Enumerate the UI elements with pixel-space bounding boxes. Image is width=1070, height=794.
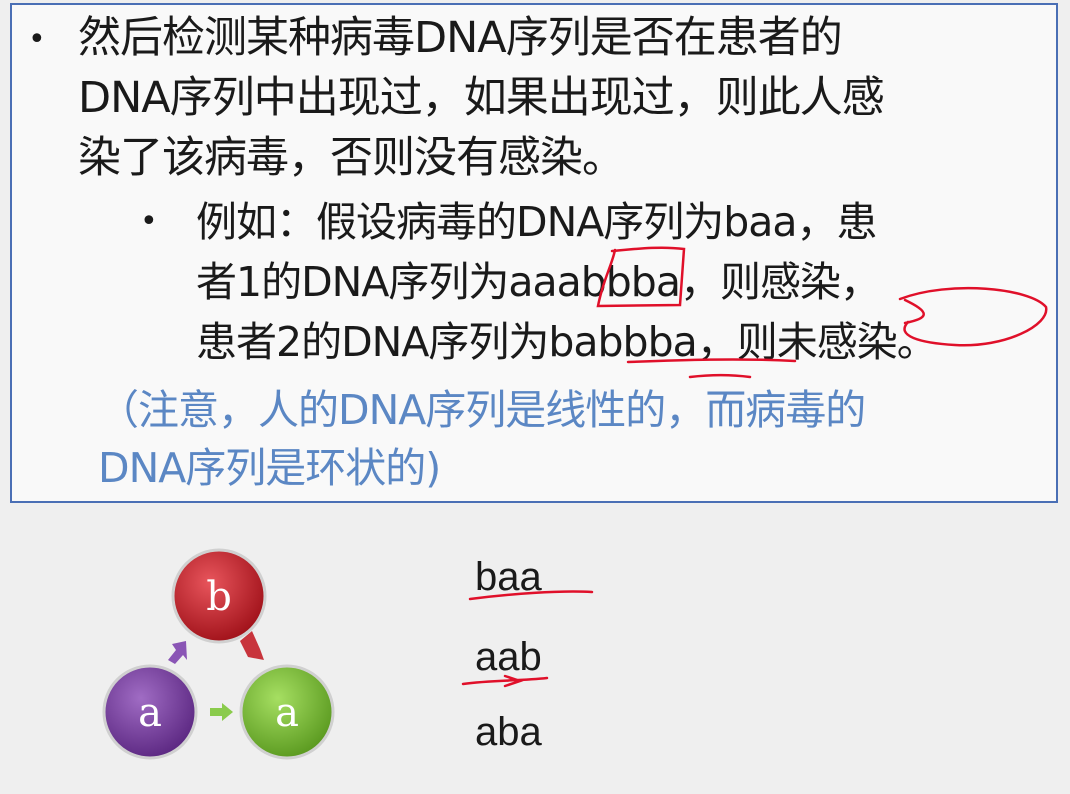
arrow-a-to-b	[168, 641, 187, 664]
node-b-label: b	[206, 574, 232, 620]
node-a-left-label: a	[138, 690, 162, 736]
arrow-a-to-a	[210, 703, 233, 721]
node-a-left: a	[102, 664, 198, 760]
node-a-right-label: a	[275, 690, 299, 736]
sequence-aba: aba	[475, 710, 542, 754]
node-a-right: a	[239, 664, 335, 760]
sequence-aab: aab	[475, 635, 542, 679]
annotation-marks	[461, 246, 1048, 688]
node-b: b	[171, 548, 267, 644]
sequence-baa: baa	[475, 555, 542, 599]
